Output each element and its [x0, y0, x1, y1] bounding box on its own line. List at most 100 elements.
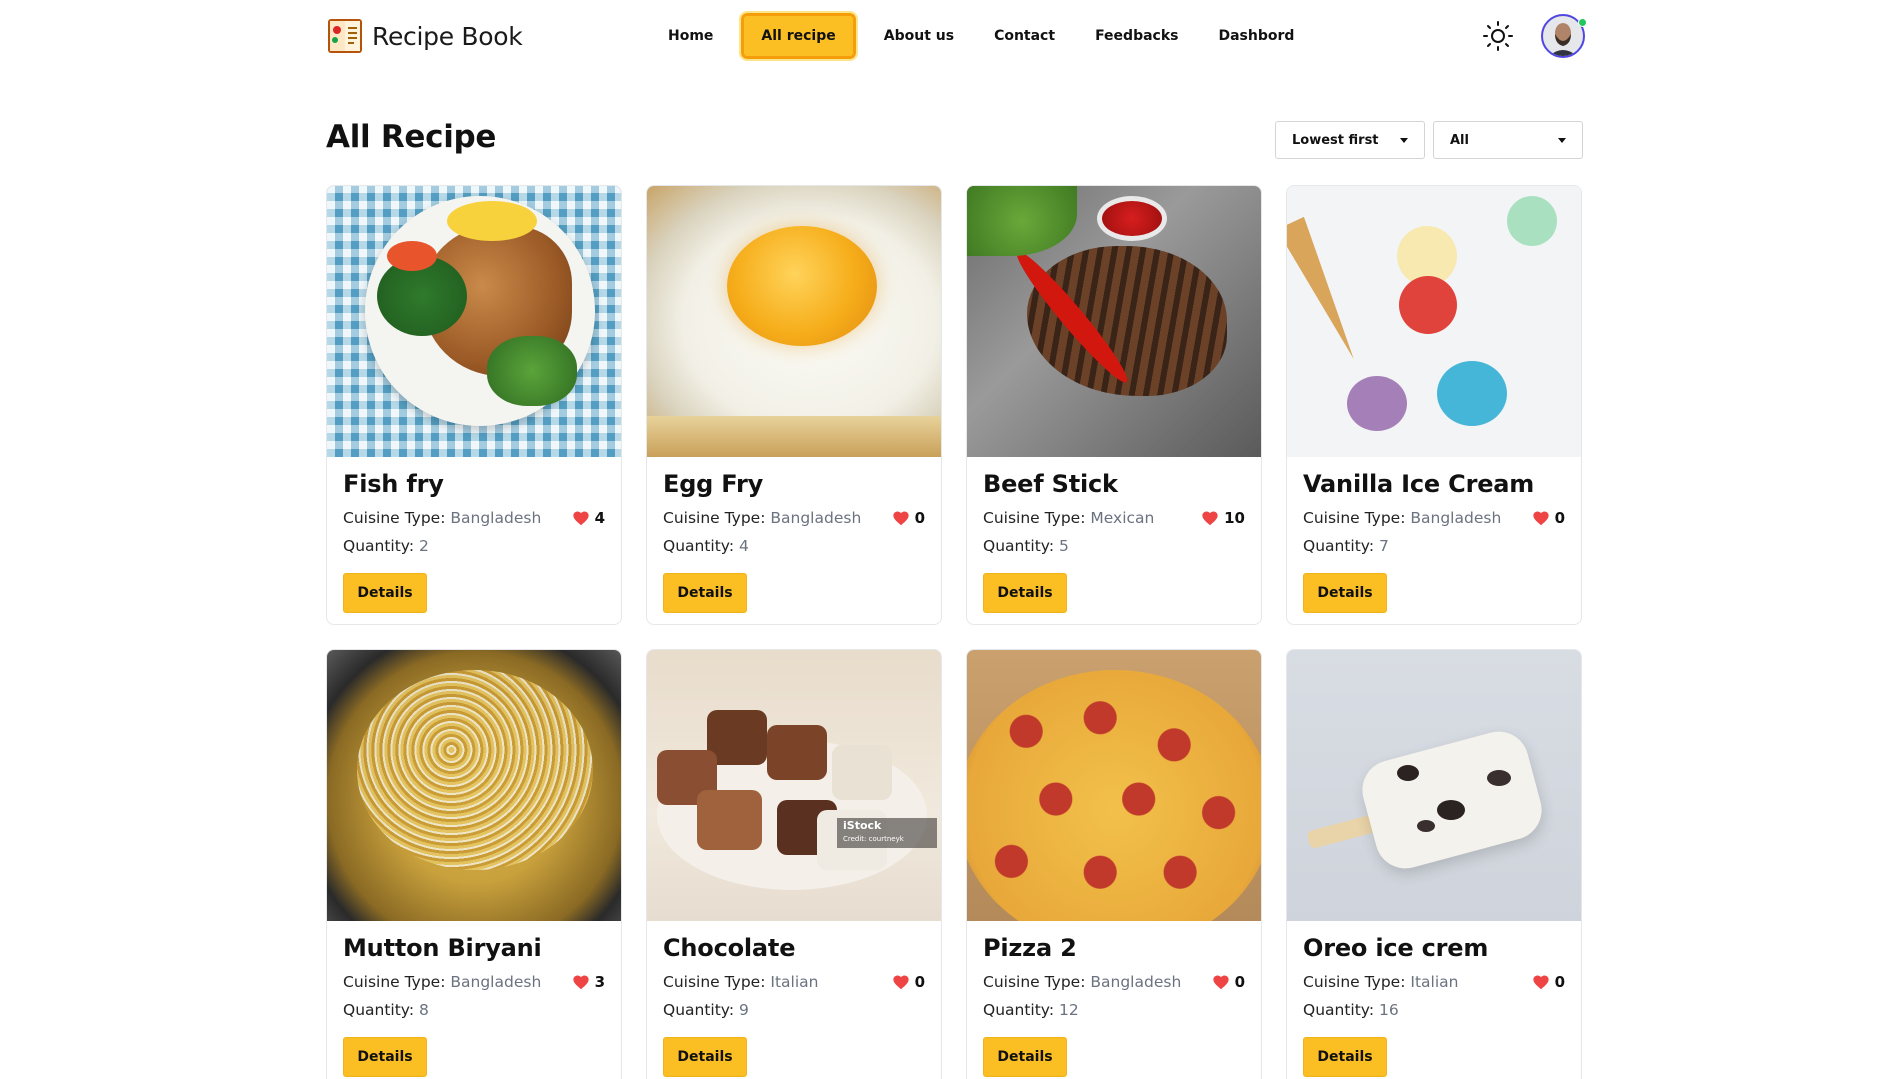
quantity-value: 16 [1379, 1001, 1399, 1019]
cuisine-value: Italian [1410, 973, 1459, 991]
details-button[interactable]: Details [343, 1037, 427, 1077]
cuisine-label: Cuisine Type: [983, 973, 1086, 991]
like-count-value: 4 [594, 509, 605, 527]
like-count[interactable]: 0 [1212, 973, 1245, 991]
details-button[interactable]: Details [1303, 1037, 1387, 1077]
watermark-text: iStock [843, 819, 882, 832]
recipe-card: Egg Fry Cuisine Type: Bangladesh 0 Quant… [646, 185, 942, 625]
like-count-value: 10 [1224, 509, 1245, 527]
chocolates-photo: iStock Credit: courtneyk [647, 650, 941, 921]
like-count-value: 0 [1554, 509, 1565, 527]
fish-fry-photo [327, 186, 621, 457]
like-count[interactable]: 0 [1532, 509, 1565, 527]
recipe-name: Egg Fry [663, 470, 764, 498]
details-button[interactable]: Details [983, 1037, 1067, 1077]
like-count[interactable]: 0 [1532, 973, 1565, 991]
cuisine-label: Cuisine Type: [1303, 509, 1406, 527]
watermark-credit: Credit: courtneyk [843, 835, 904, 843]
like-count-value: 0 [914, 973, 925, 991]
like-count[interactable]: 0 [892, 509, 925, 527]
cuisine-label: Cuisine Type: [663, 973, 766, 991]
like-count-value: 0 [1234, 973, 1245, 991]
recipe-name: Chocolate [663, 934, 796, 962]
details-button[interactable]: Details [983, 573, 1067, 613]
heart-icon[interactable] [1532, 974, 1550, 990]
quantity-value: 7 [1379, 537, 1389, 555]
nav-contact[interactable]: Contact [974, 13, 1075, 59]
biryani-photo [327, 650, 621, 921]
recipe-card: iStock Credit: courtneyk Chocolate Cuisi… [646, 649, 942, 1079]
heart-icon[interactable] [892, 510, 910, 526]
cuisine-value: Bangladesh [1410, 509, 1502, 527]
sun-icon[interactable] [1482, 20, 1514, 52]
quantity-value: 8 [419, 1001, 429, 1019]
like-count[interactable]: 3 [572, 973, 605, 991]
details-button[interactable]: Details [343, 573, 427, 613]
like-count-value: 3 [594, 973, 605, 991]
heart-icon[interactable] [1201, 510, 1219, 526]
beef-steak-photo [967, 186, 1261, 457]
cuisine-value: Italian [770, 973, 819, 991]
quantity-value: 12 [1059, 1001, 1079, 1019]
nav-dashboard[interactable]: Dashbord [1198, 13, 1314, 59]
brand[interactable]: Recipe Book [326, 16, 523, 56]
details-button[interactable]: Details [663, 573, 747, 613]
quantity-label: Quantity: [1303, 1001, 1375, 1019]
quantity-label: Quantity: [343, 537, 415, 555]
heart-icon[interactable] [1532, 510, 1550, 526]
cuisine-value: Mexican [1090, 509, 1155, 527]
pepperoni-pizza-photo [967, 650, 1261, 921]
heart-icon[interactable] [892, 974, 910, 990]
recipe-name: Fish fry [343, 470, 444, 498]
quantity-value: 5 [1059, 537, 1069, 555]
quantity-value: 9 [739, 1001, 749, 1019]
egg-fry-photo [647, 186, 941, 457]
like-count[interactable]: 0 [892, 973, 925, 991]
sort-select[interactable]: Lowest first [1275, 121, 1425, 159]
recipe-name: Pizza 2 [983, 934, 1077, 962]
recipe-book-logo-icon [326, 16, 364, 56]
quantity-value: 2 [419, 537, 429, 555]
quantity-label: Quantity: [663, 537, 735, 555]
recipe-grid: Fish fry Cuisine Type: Bangladesh 4 Quan… [326, 185, 1582, 1079]
cuisine-value: Bangladesh [1090, 973, 1182, 991]
main-nav: Home All recipe About us Contact Feedbac… [648, 11, 1314, 61]
top-navbar: Recipe Book Home All recipe About us Con… [0, 0, 1898, 72]
quantity-value: 4 [739, 537, 749, 555]
quantity-label: Quantity: [663, 1001, 735, 1019]
recipe-name: Oreo ice crem [1303, 934, 1489, 962]
heart-icon[interactable] [572, 510, 590, 526]
cuisine-value: Bangladesh [450, 973, 542, 991]
istock-watermark: iStock Credit: courtneyk [837, 818, 937, 848]
recipe-card: Fish fry Cuisine Type: Bangladesh 4 Quan… [326, 185, 622, 625]
quantity-label: Quantity: [983, 1001, 1055, 1019]
details-button[interactable]: Details [663, 1037, 747, 1077]
cuisine-label: Cuisine Type: [663, 509, 766, 527]
like-count[interactable]: 4 [572, 509, 605, 527]
cuisine-label: Cuisine Type: [1303, 973, 1406, 991]
chevron-down-icon [1558, 137, 1566, 143]
cuisine-value: Bangladesh [450, 509, 542, 527]
sort-select-value: Lowest first [1292, 132, 1379, 148]
page-title: All Recipe [326, 119, 497, 155]
recipe-card: Mutton Biryani Cuisine Type: Bangladesh … [326, 649, 622, 1079]
cuisine-label: Cuisine Type: [343, 509, 446, 527]
cuisine-value: Bangladesh [770, 509, 862, 527]
heart-icon[interactable] [572, 974, 590, 990]
recipe-card: Oreo ice crem Cuisine Type: Italian 0 Qu… [1286, 649, 1582, 1079]
nav-home[interactable]: Home [648, 13, 733, 59]
like-count[interactable]: 10 [1201, 509, 1245, 527]
recipe-card: Vanilla Ice Cream Cuisine Type: Banglade… [1286, 185, 1582, 625]
quantity-label: Quantity: [343, 1001, 415, 1019]
filter-select-value: All [1450, 132, 1469, 148]
heart-icon[interactable] [1212, 974, 1230, 990]
cuisine-filter-select[interactable]: All [1433, 121, 1583, 159]
like-count-value: 0 [1554, 973, 1565, 991]
nav-feedbacks[interactable]: Feedbacks [1075, 13, 1198, 59]
details-button[interactable]: Details [1303, 573, 1387, 613]
nav-about-us[interactable]: About us [864, 13, 974, 59]
cuisine-label: Cuisine Type: [343, 973, 446, 991]
nav-all-recipe[interactable]: All recipe [739, 11, 858, 61]
recipe-card: Pizza 2 Cuisine Type: Bangladesh 0 Quant… [966, 649, 1262, 1079]
chevron-down-icon [1400, 137, 1408, 143]
